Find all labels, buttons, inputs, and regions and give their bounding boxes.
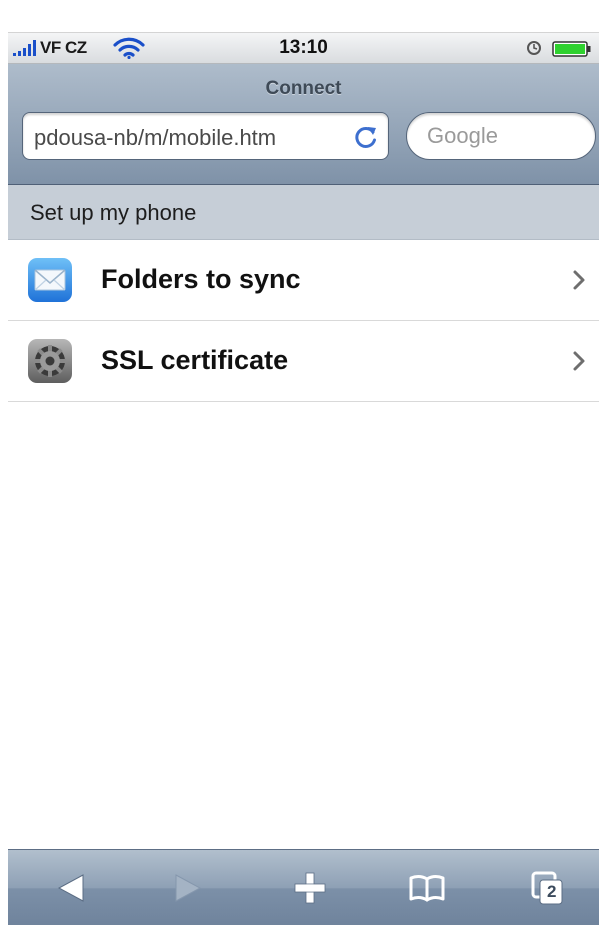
chevron-right-icon — [573, 351, 585, 371]
orientation-lock-icon — [527, 41, 541, 55]
url-field[interactable]: pdousa-nb/m/mobile.htm — [22, 112, 389, 160]
back-arrow-icon — [57, 874, 84, 902]
list-item-ssl-certificate[interactable]: SSL certificate — [8, 321, 599, 402]
status-time: 13:10 — [279, 37, 328, 58]
status-bar: VF CZ 13:10 — [8, 33, 599, 64]
bookmarks-button[interactable] — [384, 850, 474, 925]
browser-address-bar: Connect pdousa-nb/m/mobile.htm — [8, 64, 599, 185]
book-icon — [409, 875, 445, 902]
search-input[interactable] — [406, 112, 596, 160]
phone-screen: VF CZ 13:10 Connect pdousa-nb/m/mobile.h… — [8, 33, 599, 925]
browser-toolbar: 2 — [8, 849, 599, 925]
plus-icon — [294, 872, 326, 904]
reload-icon[interactable] — [353, 124, 379, 150]
top-margin — [0, 0, 599, 33]
chevron-right-icon — [573, 270, 585, 290]
section-title: Set up my phone — [30, 200, 197, 225]
list-item-folders-to-sync[interactable]: Folders to sync — [8, 240, 599, 321]
forward-button[interactable] — [145, 850, 235, 925]
back-button[interactable] — [28, 850, 118, 925]
section-header: Set up my phone — [8, 185, 599, 240]
pages-count: 2 — [547, 882, 557, 901]
settings-gear-icon — [28, 339, 72, 383]
list-item-label: SSL certificate — [101, 345, 289, 375]
list-item-label: Folders to sync — [101, 264, 301, 294]
page-title: Connect — [265, 78, 342, 99]
add-bookmark-button[interactable] — [266, 850, 356, 925]
battery-icon — [552, 41, 591, 57]
mail-icon — [28, 258, 72, 302]
pages-button[interactable]: 2 — [504, 850, 594, 925]
url-text: pdousa-nb/m/mobile.htm — [34, 125, 277, 150]
forward-arrow-icon — [175, 874, 202, 902]
